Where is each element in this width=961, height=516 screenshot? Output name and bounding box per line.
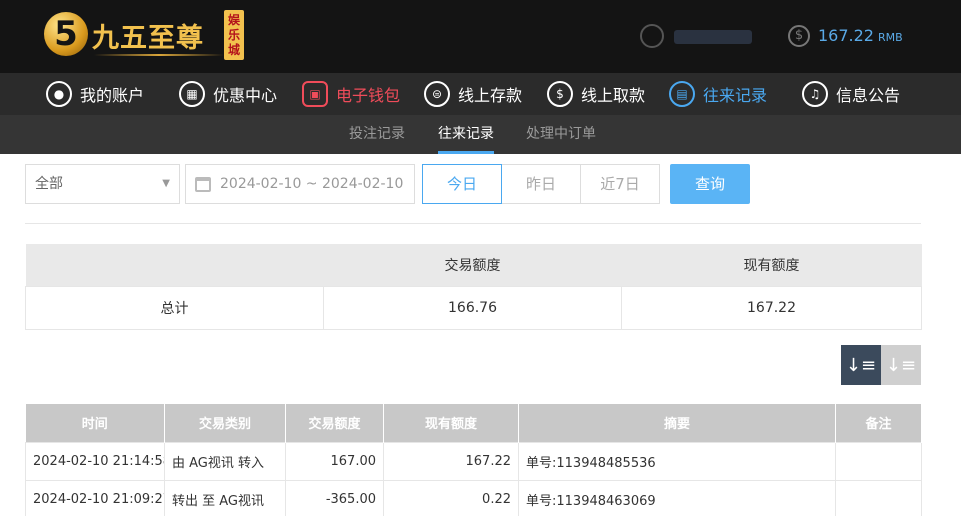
balance-display: 167.22 RMB — [818, 26, 903, 45]
col-header-time: 时间 — [25, 404, 165, 442]
col-header-type: 交易类别 — [164, 404, 286, 442]
nav-label: 信息公告 — [836, 86, 901, 105]
cell-note — [835, 479, 922, 516]
user-icon: ● — [46, 81, 72, 107]
query-button[interactable]: 查询 — [670, 164, 750, 204]
type-select-value: 全部 — [35, 176, 63, 192]
nav-label: 优惠中心 — [213, 86, 278, 105]
deposit-icon: ⊜ — [424, 81, 450, 107]
nav-announcements[interactable]: ♫ 信息公告 — [802, 73, 900, 115]
table-row: 2024-02-10 21:14:58 由 AG视讯 转入 167.00 167… — [25, 441, 922, 481]
calendar-icon — [195, 177, 211, 192]
logo-badge: 娱乐城 — [224, 10, 244, 60]
table-row: 2024-02-10 21:09:27 转出 至 AG视讯 -365.00 0.… — [25, 479, 922, 516]
summary-balance: 167.22 — [621, 285, 922, 330]
records-table: 时间 交易类别 交易额度 现有额度 摘要 备注 2024-02-10 21:14… — [25, 404, 922, 516]
sort-asc-button[interactable]: ↓≡ — [881, 345, 921, 385]
sub-nav: 投注记录 往来记录 处理中订单 — [0, 115, 961, 154]
records-icon: ▤ — [669, 81, 695, 107]
wallet-icon: ▣ — [302, 81, 328, 107]
nav-label: 我的账户 — [80, 86, 145, 105]
col-header-amount: 交易额度 — [285, 404, 384, 442]
nav-withdraw[interactable]: $ 线上取款 — [547, 73, 645, 115]
logo-emblem: 5 — [44, 12, 88, 56]
subtab-bet-records[interactable]: 投注记录 — [349, 115, 405, 154]
nav-label: 线上存款 — [458, 86, 523, 105]
cell-balance: 0.22 — [383, 479, 519, 516]
dollar-icon: $ — [788, 25, 810, 47]
cell-type: 由 AG视讯 转入 — [164, 441, 286, 481]
summary-header: 交易额度 — [323, 244, 622, 286]
cell-note — [835, 441, 922, 481]
cell-balance: 167.22 — [383, 441, 519, 481]
yesterday-button[interactable]: 昨日 — [501, 164, 581, 204]
main-nav: ● 我的账户 ▦ 优惠中心 ▣ 电子钱包 ⊜ 线上存款 $ 线上取款 ▤ 往来记录 ♫ 信息公… — [0, 73, 961, 115]
caret-down-icon: ▼ — [162, 178, 170, 189]
cell-amount: 167.00 — [285, 441, 384, 481]
summary-label: 总计 — [25, 285, 324, 330]
today-button[interactable]: 今日 — [422, 164, 502, 204]
subtab-transaction-records[interactable]: 往来记录 — [438, 115, 494, 154]
cell-summary: 单号:113948463069 — [518, 479, 836, 516]
sort-descending-icon: ↓≡ — [845, 354, 877, 376]
summary-table: 交易额度 现有额度 总计 166.76 167.22 — [25, 244, 922, 330]
logo-underline — [94, 54, 224, 56]
nav-label: 往来记录 — [703, 86, 768, 105]
cell-summary: 单号:113948485536 — [518, 441, 836, 481]
nav-records[interactable]: ▤ 往来记录 — [669, 73, 767, 115]
nav-label: 电子钱包 — [336, 86, 401, 105]
cell-type: 转出 至 AG视讯 — [164, 479, 286, 516]
col-header-note: 备注 — [835, 404, 922, 442]
cell-time: 2024-02-10 21:09:27 — [25, 479, 165, 516]
cell-time: 2024-02-10 21:14:58 — [25, 441, 165, 481]
nav-e-wallet[interactable]: ▣ 电子钱包 — [302, 73, 400, 115]
summary-header: 现有额度 — [621, 244, 922, 286]
username-redacted[interactable] — [674, 30, 752, 44]
summary-header — [25, 244, 324, 286]
summary-row: 总计 166.76 167.22 — [25, 285, 922, 330]
gift-icon: ▦ — [179, 81, 205, 107]
site-logo[interactable]: 5 九五至尊 娱乐城 — [44, 10, 244, 64]
cell-amount: -365.00 — [285, 479, 384, 516]
col-header-summary: 摘要 — [518, 404, 836, 442]
active-tab-underline — [438, 151, 494, 154]
sort-ascending-icon: ↓≡ — [885, 354, 917, 376]
date-range-input[interactable]: 2024-02-10 ~ 2024-02-10 — [185, 164, 415, 204]
divider — [25, 223, 921, 224]
col-header-balance: 现有额度 — [383, 404, 519, 442]
type-select[interactable]: 全部 ▼ — [25, 164, 180, 204]
summary-amount: 166.76 — [323, 285, 622, 330]
bell-icon: ♫ — [802, 81, 828, 107]
logo-text: 九五至尊 — [92, 23, 204, 54]
nav-my-account[interactable]: ● 我的账户 — [46, 73, 144, 115]
nav-promotions[interactable]: ▦ 优惠中心 — [179, 73, 277, 115]
top-header: 5 九五至尊 娱乐城 $ 167.22 RMB — [0, 0, 961, 73]
nav-deposit[interactable]: ⊜ 线上存款 — [424, 73, 522, 115]
balance-amount: 167.22 — [818, 26, 874, 45]
subtab-pending-orders[interactable]: 处理中订单 — [526, 115, 596, 154]
date-range-value: 2024-02-10 ~ 2024-02-10 — [220, 176, 404, 192]
user-avatar-icon[interactable] — [640, 24, 664, 48]
withdraw-icon: $ — [547, 81, 573, 107]
balance-currency: RMB — [877, 31, 903, 44]
last-7-days-button[interactable]: 近7日 — [580, 164, 660, 204]
sort-desc-button[interactable]: ↓≡ — [841, 345, 881, 385]
nav-label: 线上取款 — [581, 86, 646, 105]
